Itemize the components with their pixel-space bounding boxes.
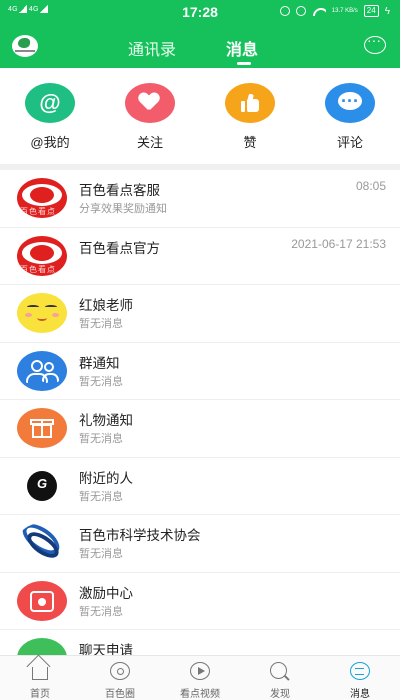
app-logo-icon[interactable]	[12, 35, 38, 57]
wifi-icon	[312, 6, 326, 16]
at-icon: @	[25, 83, 75, 123]
group-icon	[17, 350, 67, 391]
charging-icon: ϟ	[384, 5, 390, 17]
nav-label: 发现	[270, 689, 290, 700]
list-item[interactable]: 群通知 暂无消息	[0, 343, 400, 400]
tab-messages[interactable]: 消息	[226, 36, 258, 60]
quick-item-likes[interactable]: 赞	[200, 83, 300, 151]
reward-box-icon	[17, 580, 67, 621]
item-time: 08:05	[355, 179, 386, 193]
status-bar: 4G 4G 17:28 13.7 KB/s 24 ϟ	[0, 0, 400, 24]
item-name: 激励中心	[79, 585, 133, 601]
nav-discover[interactable]: 发现	[240, 656, 320, 700]
item-preview: 暂无消息	[79, 605, 123, 618]
quick-label: 赞	[243, 135, 257, 150]
quick-item-follow[interactable]: 关注	[100, 83, 200, 151]
quick-item-mentions[interactable]: @ @我的	[0, 83, 100, 151]
bst-logo-icon: 百色看点	[17, 235, 67, 276]
discover-icon	[270, 662, 287, 679]
nav-home[interactable]: 首页	[0, 656, 80, 700]
item-preview: 暂无消息	[79, 375, 123, 388]
nav-messages[interactable]: 消息	[320, 656, 400, 700]
science-logo-icon	[17, 523, 67, 563]
item-preview: 暂无消息	[79, 548, 123, 560]
circle-icon	[110, 662, 130, 680]
list-item[interactable]: 激励中心 暂无消息	[0, 573, 400, 630]
item-name: 聊天申请	[79, 643, 133, 655]
nearby-icon: G	[17, 465, 67, 506]
gift-icon	[17, 408, 67, 448]
location-icon	[279, 6, 290, 16]
chat-request-icon: HI	[17, 638, 67, 655]
message-list: 百色看点 百色看点客服 分享效果奖励通知 08:05 百色看点 百色看点官方 2…	[0, 170, 400, 655]
list-item[interactable]: G 附近的人 暂无消息	[0, 458, 400, 515]
list-item[interactable]: 百色看点 百色看点客服 分享效果奖励通知 08:05	[0, 170, 400, 228]
item-name: 附近的人	[79, 470, 133, 486]
quick-label: @我的	[30, 135, 70, 150]
item-name: 群通知	[79, 355, 120, 371]
item-preview: 分享效果奖励通知	[79, 203, 167, 215]
item-name: 百色市科学技术协会	[79, 528, 201, 543]
tab-contacts[interactable]: 通讯录	[128, 36, 176, 60]
top-header: 通讯录 消息	[0, 24, 400, 68]
item-time: 2021-06-17 21:53	[291, 236, 386, 251]
thumbs-up-icon	[225, 83, 275, 123]
list-item[interactable]: HI 聊天申请	[0, 630, 400, 655]
bst-logo-icon: 百色看点	[17, 178, 67, 218]
item-name: 百色看点官方	[79, 240, 160, 256]
quick-label: 评论	[336, 135, 363, 150]
battery-icon: 24	[363, 5, 379, 17]
quick-item-comments[interactable]: 评论	[300, 81, 400, 151]
message-icon	[350, 662, 370, 680]
list-item[interactable]: 红娘老师 暂无消息	[0, 285, 400, 343]
list-item[interactable]: 百色市科学技术协会 暂无消息	[0, 515, 400, 573]
nav-circle[interactable]: 百色圈	[80, 656, 160, 700]
active-tab-indicator	[237, 62, 251, 65]
nav-video[interactable]: 看点视频	[160, 656, 240, 700]
nav-label: 消息	[350, 689, 370, 700]
smiley-face-icon	[17, 293, 67, 333]
network-speed: 13.7 KB/s	[331, 8, 358, 14]
item-preview: 暂无消息	[79, 318, 123, 330]
quick-label: 关注	[136, 135, 163, 150]
play-icon	[190, 662, 210, 680]
comment-icon	[325, 81, 375, 123]
heart-plus-icon	[125, 83, 175, 123]
item-name: 百色看点客服	[79, 183, 160, 198]
item-preview: 暂无消息	[79, 433, 123, 445]
nav-label: 首页	[30, 689, 50, 700]
list-item[interactable]: 礼物通知 暂无消息	[0, 400, 400, 458]
item-name: 红娘老师	[79, 298, 133, 313]
quick-categories: @ @我的 关注 赞 评论	[0, 68, 400, 164]
list-item[interactable]: 百色看点 百色看点官方 2021-06-17 21:53	[0, 228, 400, 285]
item-name: 礼物通知	[79, 413, 133, 428]
nav-label: 看点视频	[180, 689, 220, 700]
nav-label: 百色圈	[105, 689, 135, 700]
item-preview: 暂无消息	[79, 490, 123, 503]
home-icon	[32, 667, 48, 680]
bottom-nav: 首页 百色圈 看点视频 发现 消息	[0, 655, 400, 700]
alarm-icon	[295, 6, 306, 16]
chat-bubble-icon[interactable]	[364, 32, 386, 54]
